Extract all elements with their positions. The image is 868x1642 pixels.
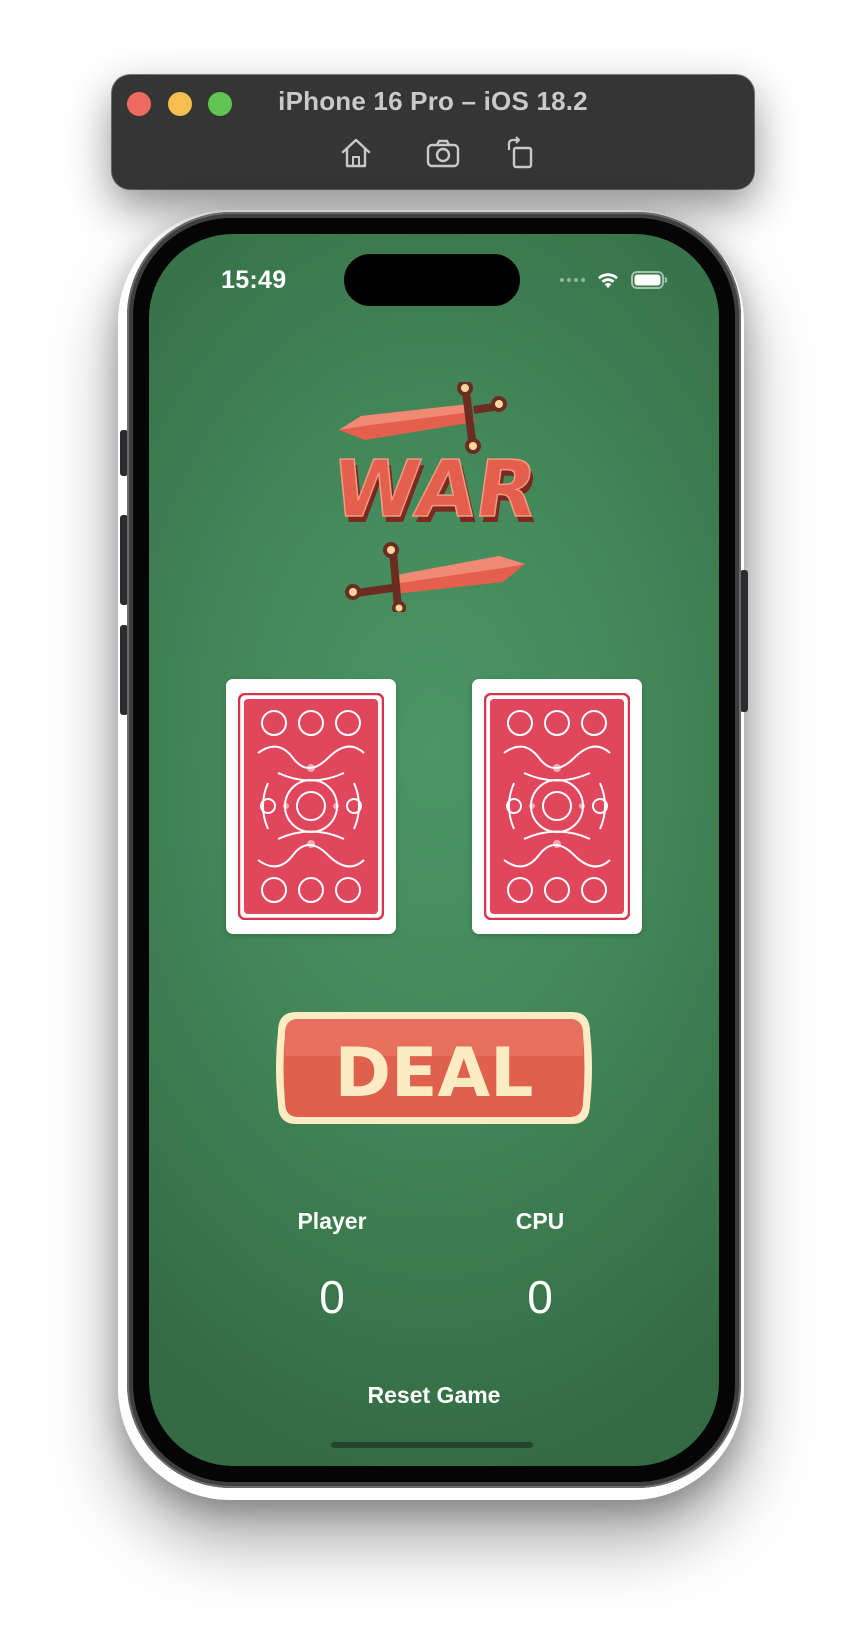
dynamic-island: [344, 254, 520, 306]
app-screen: 15:49 WAR WAR DEAL Player CPU 0 0 Reset …: [149, 234, 719, 1466]
cellular-dots-icon: [560, 278, 585, 282]
lower-sword-icon: [345, 542, 525, 615]
minimize-window-button[interactable]: [168, 92, 192, 116]
wifi-icon: [598, 273, 618, 288]
upper-sword-icon: [339, 380, 507, 454]
cpu-score: 0: [527, 1271, 553, 1323]
cpu-label: CPU: [515, 1208, 565, 1234]
card-back-pattern: [238, 693, 384, 920]
zoom-window-button[interactable]: [208, 92, 232, 116]
close-window-button[interactable]: [127, 92, 151, 116]
home-icon[interactable]: [338, 135, 374, 171]
war-logo: WAR WAR: [326, 380, 546, 615]
deal-button[interactable]: DEAL: [274, 1008, 594, 1128]
power-button: [740, 570, 748, 712]
player-score: 0: [319, 1271, 345, 1323]
deal-button-label: DEAL: [335, 1034, 534, 1113]
cpu-card: [472, 679, 642, 934]
card-back-pattern: [484, 693, 630, 920]
player-label: Player: [297, 1208, 367, 1234]
screenshot-icon[interactable]: [425, 135, 461, 171]
status-icons: [560, 270, 669, 290]
logo-text: WAR: [327, 444, 537, 535]
reset-game-button[interactable]: Reset Game: [284, 1382, 584, 1409]
simulator-window: iPhone 16 Pro – iOS 18.2 15:49 WAR WAR D…: [0, 0, 868, 1642]
player-card: [226, 679, 396, 934]
battery-icon: [631, 271, 668, 289]
rotate-icon[interactable]: [503, 135, 539, 171]
home-indicator[interactable]: [331, 1442, 533, 1448]
simulator-title: iPhone 16 Pro – iOS 18.2: [278, 86, 588, 116]
status-time: 15:49: [221, 266, 287, 294]
